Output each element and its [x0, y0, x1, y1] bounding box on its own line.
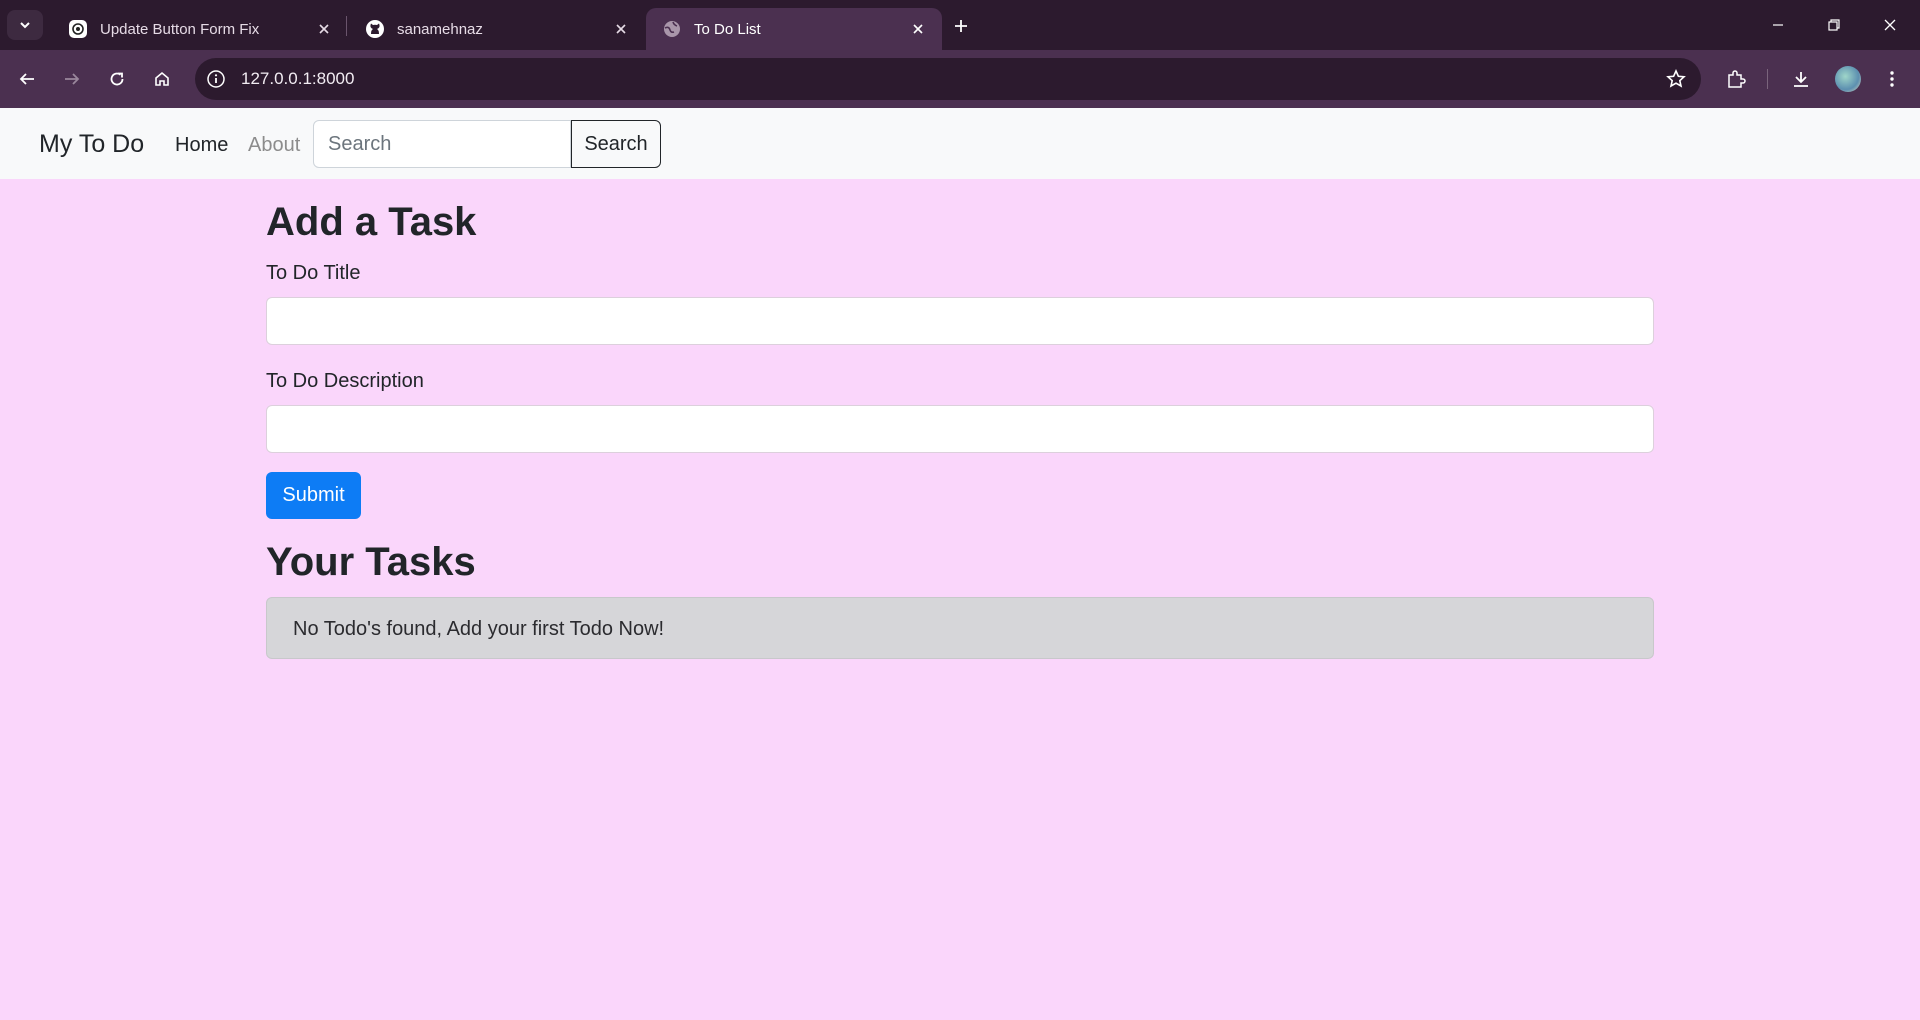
close-tab-icon[interactable]	[611, 19, 631, 39]
address-bar[interactable]: 127.0.0.1:8000	[195, 58, 1701, 100]
tab-search-button[interactable]	[7, 10, 43, 40]
more-vertical-icon	[1890, 71, 1894, 87]
todo-description-label: To Do Description	[266, 370, 424, 392]
openai-icon	[69, 20, 87, 38]
tab-to-do-list[interactable]: To Do List	[646, 8, 942, 50]
address-bar-url[interactable]: 127.0.0.1:8000	[241, 69, 354, 89]
bookmark-star-icon[interactable]	[1665, 68, 1687, 90]
back-button[interactable]	[11, 63, 43, 95]
reload-icon	[110, 72, 124, 86]
your-tasks-heading: Your Tasks	[266, 540, 476, 584]
downloads-button[interactable]	[1785, 63, 1817, 95]
download-icon	[1794, 72, 1808, 87]
tab-title: sanamehnaz	[397, 20, 483, 38]
tab-title: Update Button Form Fix	[100, 20, 260, 38]
tab-update-button-form-fix[interactable]: Update Button Form Fix	[52, 8, 348, 50]
navbar-brand[interactable]: My To Do	[39, 130, 144, 159]
todo-description-input[interactable]	[266, 405, 1654, 453]
close-window-button[interactable]	[1862, 0, 1918, 50]
profile-avatar[interactable]	[1835, 66, 1861, 92]
add-task-heading: Add a Task	[266, 200, 477, 244]
minimize-button[interactable]	[1750, 0, 1806, 50]
menu-button[interactable]	[1876, 63, 1908, 95]
browser-toolbar: 127.0.0.1:8000	[0, 50, 1920, 108]
nav-link-home[interactable]: Home	[175, 134, 228, 157]
site-info-icon[interactable]	[205, 68, 227, 90]
arrow-left-icon	[19, 73, 34, 85]
globe-icon	[664, 21, 680, 37]
reload-button[interactable]	[101, 63, 133, 95]
restore-button[interactable]	[1806, 0, 1862, 50]
home-icon	[155, 71, 169, 86]
tab-title: To Do List	[694, 20, 761, 38]
todo-title-label: To Do Title	[266, 262, 361, 284]
arrow-right-icon	[65, 73, 80, 85]
site-navbar: My To Do Home About Search	[0, 108, 1920, 179]
forward-button[interactable]	[56, 63, 88, 95]
todo-title-input[interactable]	[266, 297, 1654, 345]
close-tab-icon[interactable]	[314, 19, 334, 39]
plus-icon	[955, 20, 967, 32]
close-icon	[1884, 19, 1896, 31]
search-button[interactable]: Search	[571, 120, 661, 168]
github-icon	[366, 20, 384, 38]
extensions-button[interactable]	[1720, 63, 1752, 95]
chevron-down-icon	[20, 22, 30, 29]
home-button[interactable]	[146, 63, 178, 95]
submit-button[interactable]: Submit	[266, 472, 361, 519]
minimize-icon	[1773, 24, 1783, 26]
tab-sanamehnaz[interactable]: sanamehnaz	[349, 8, 645, 50]
close-tab-icon[interactable]	[908, 19, 928, 39]
tab-separator	[346, 16, 347, 36]
browser-tab-strip: Update Button Form Fix sanamehnaz To Do …	[0, 0, 1920, 50]
empty-tasks-message: No Todo's found, Add your first Todo Now…	[293, 618, 665, 640]
restore-icon	[1828, 19, 1840, 31]
toolbar-separator	[1767, 69, 1768, 89]
empty-tasks-alert: No Todo's found, Add your first Todo Now…	[266, 597, 1654, 659]
new-tab-button[interactable]	[947, 12, 975, 40]
nav-link-about[interactable]: About	[248, 134, 300, 157]
search-input[interactable]	[313, 120, 571, 168]
puzzle-icon	[1728, 70, 1746, 88]
